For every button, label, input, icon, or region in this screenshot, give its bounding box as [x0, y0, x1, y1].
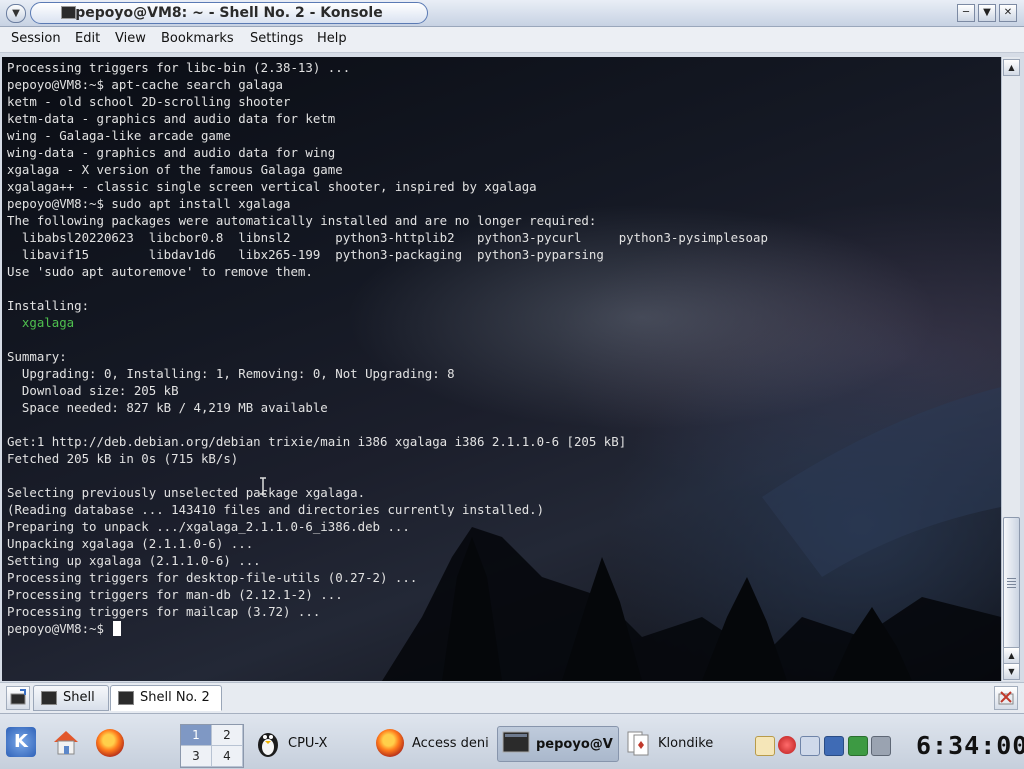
terminal-line: Processing triggers for libc-bin (2.38-1…: [7, 60, 351, 75]
scroll-up-arrow-icon[interactable]: ▲: [1003, 647, 1020, 664]
terminal-line: (Reading database ... 143410 files and d…: [7, 502, 545, 517]
taskbar: K 1 2 3 4 CPU-X Access deni pepoyo@V Klo…: [0, 713, 1024, 769]
terminal-icon: [502, 731, 530, 753]
terminal-line: Use 'sudo apt autoremove' to remove them…: [7, 264, 313, 279]
close-button[interactable]: ✕: [999, 4, 1017, 22]
package-update-icon[interactable]: [848, 736, 868, 756]
ibeam-cursor-icon: [260, 477, 266, 495]
k-menu-button[interactable]: K: [6, 727, 36, 757]
terminal-line: xgalaga - X version of the famous Galaga…: [7, 162, 343, 177]
maximize-button[interactable]: ▼: [978, 4, 996, 22]
display-icon[interactable]: [824, 736, 844, 756]
terminal-line: ketm - old school 2D-scrolling shooter: [7, 94, 291, 109]
desktop-pager[interactable]: 1 2 3 4: [180, 724, 244, 768]
terminal-line: Selecting previously unselected package …: [7, 485, 366, 500]
tab-shell[interactable]: Shell: [33, 685, 109, 711]
terminal-line: Get:1 http://deb.debian.org/debian trixi…: [7, 434, 627, 449]
terminal-line-highlight: xgalaga: [7, 315, 75, 330]
klipper-icon[interactable]: [755, 736, 775, 756]
terminal-scrollbar[interactable]: ▲ ▲ ▼: [1001, 57, 1020, 681]
terminal-line: wing - Galaga-like arcade game: [7, 128, 231, 143]
menu-edit[interactable]: Edit: [75, 31, 100, 46]
terminal-icon: [118, 691, 134, 705]
menu-session[interactable]: Session: [11, 31, 61, 46]
menu-view[interactable]: View: [115, 31, 146, 46]
home-icon[interactable]: [50, 726, 82, 758]
konsole-app-icon: [61, 6, 76, 19]
firefox-icon[interactable]: [96, 729, 124, 757]
terminal-line: The following packages were automaticall…: [7, 213, 597, 228]
close-session-icon: [998, 691, 1014, 705]
scrollbar-grip: [1007, 578, 1016, 590]
terminal-line: Fetched 205 kB in 0s (715 kB/s): [7, 451, 239, 466]
menu-bookmarks[interactable]: Bookmarks: [161, 31, 234, 46]
terminal-line: Download size: 205 kB: [7, 383, 179, 398]
terminal-line: Summary:: [7, 349, 67, 364]
firefox-icon: [376, 729, 404, 757]
terminal-line: Processing triggers for mailcap (3.72) .…: [7, 604, 321, 619]
new-tab-button[interactable]: [6, 686, 30, 710]
tab-shell-no-2[interactable]: Shell No. 2: [110, 685, 222, 711]
terminal-line: xgalaga++ - classic single screen vertic…: [7, 179, 537, 194]
terminal-line: Space needed: 827 kB / 4,219 MB availabl…: [7, 400, 328, 415]
window-title: pepoyo@VM8: ~ - Shell No. 2 - Konsole: [75, 5, 383, 21]
menu-settings[interactable]: Settings: [250, 31, 303, 46]
menubar: Session Edit View Bookmarks Settings Hel…: [0, 27, 1024, 53]
volume-icon[interactable]: [871, 736, 891, 756]
terminal-line: Processing triggers for man-db (2.12.1-2…: [7, 587, 343, 602]
task-konsole[interactable]: pepoyo@V: [497, 726, 619, 762]
terminal-line: ketm-data - graphics and audio data for …: [7, 111, 336, 126]
terminal-line: wing-data - graphics and audio data for …: [7, 145, 336, 160]
desktop-2[interactable]: 2: [212, 725, 242, 745]
new-session-icon: [10, 689, 26, 705]
taskbar-clock[interactable]: 6:34:00: [916, 731, 1024, 760]
terminal-line: Upgrading: 0, Installing: 1, Removing: 0…: [7, 366, 455, 381]
window-titlebar[interactable]: ▼ pepoyo@VM8: ~ - Shell No. 2 - Konsole …: [0, 0, 1024, 27]
scroll-up-arrow-icon[interactable]: ▲: [1003, 59, 1020, 76]
terminal-output: Processing triggers for libc-bin (2.38-1…: [7, 59, 768, 637]
task-label: pepoyo@V: [536, 737, 613, 752]
scroll-down-arrow-icon[interactable]: ▼: [1003, 663, 1020, 680]
title-pill: pepoyo@VM8: ~ - Shell No. 2 - Konsole: [30, 2, 428, 24]
window-menu-button[interactable]: ▼: [6, 4, 26, 23]
terminal-prompt-line[interactable]: pepoyo@VM8:~$: [7, 620, 768, 637]
task-firefox[interactable]: Access deni: [372, 726, 492, 760]
task-label: CPU-X: [288, 736, 328, 751]
close-tab-button[interactable]: [994, 686, 1018, 710]
cards-icon: [627, 731, 649, 756]
menu-help[interactable]: Help: [317, 31, 347, 46]
tux-icon: [258, 733, 278, 757]
terminal-icon: [41, 691, 57, 705]
session-tabbar: Shell Shell No. 2: [0, 682, 1024, 713]
terminal-line: Setting up xgalaga (2.1.1.0-6) ...: [7, 553, 261, 568]
tab-label: Shell No. 2: [140, 690, 210, 705]
network-disconnected-icon[interactable]: [778, 736, 796, 754]
terminal-line: Installing:: [7, 298, 90, 313]
tab-label: Shell: [63, 690, 95, 705]
desktop-4[interactable]: 4: [212, 746, 242, 766]
shell-prompt: pepoyo@VM8:~$: [7, 621, 112, 636]
minimize-button[interactable]: ─: [957, 4, 975, 22]
terminal-line: Preparing to unpack .../xgalaga_2.1.1.0-…: [7, 519, 410, 534]
task-label: Klondike: [658, 736, 714, 751]
scrollbar-thumb[interactable]: [1003, 517, 1020, 651]
desktop-3[interactable]: 3: [181, 746, 211, 766]
task-label: Access deni: [412, 736, 489, 751]
task-klondike[interactable]: Klondike: [622, 726, 740, 760]
terminal-line: libavif15 libdav1d6 libx265-199 python3-…: [7, 247, 604, 262]
terminal-line: libabsl20220623 libcbor0.8 libnsl2 pytho…: [7, 230, 768, 245]
user-switch-icon[interactable]: [800, 736, 820, 756]
terminal-line: pepoyo@VM8:~$ sudo apt install xgalaga: [7, 196, 291, 211]
terminal-line: Unpacking xgalaga (2.1.1.0-6) ...: [7, 536, 254, 551]
desktop-1[interactable]: 1: [181, 725, 211, 745]
task-cpu-x[interactable]: CPU-X: [250, 726, 366, 760]
terminal-area[interactable]: Processing triggers for libc-bin (2.38-1…: [2, 57, 1001, 681]
text-cursor: [113, 621, 122, 636]
terminal-line: Processing triggers for desktop-file-uti…: [7, 570, 418, 585]
terminal-line: pepoyo@VM8:~$ apt-cache search galaga: [7, 77, 284, 92]
